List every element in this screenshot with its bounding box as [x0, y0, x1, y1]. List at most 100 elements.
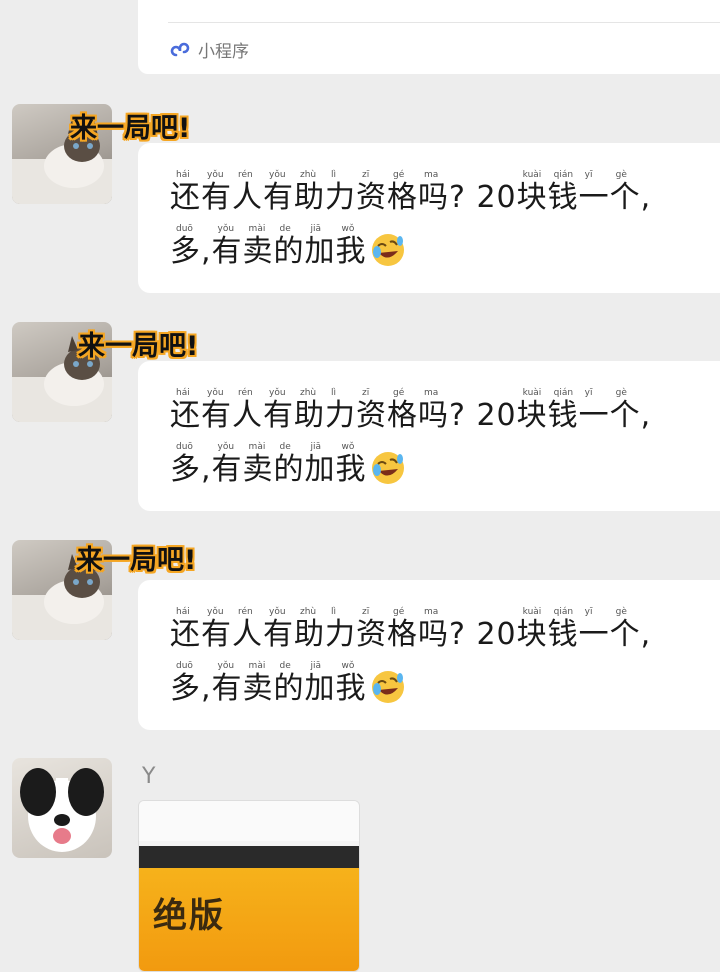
message-bubble[interactable]: hái 还 yǒu 有 rén 人 yǒu 有 zhù 助 lì 力 zī 资 gé 格 ma 吗? 20 kuà… [138, 580, 720, 730]
ruby-char: yǒu 有 [201, 169, 232, 215]
ruby-char: gè 个, [610, 387, 652, 433]
message-text: 还 [170, 398, 201, 433]
ruby-char: zhù 助 [294, 606, 325, 652]
ruby-char: duō 多, [170, 223, 212, 269]
image-attachment[interactable]: 绝版 [138, 800, 360, 972]
message-text: ? 20 [449, 398, 517, 433]
message-text: 卖 [242, 452, 274, 487]
ruby-char: kuài 块 [517, 387, 548, 433]
ruby-char: yǒu 有 [263, 606, 294, 652]
message-text: 钱 [547, 398, 579, 433]
message-text: 人 [232, 617, 263, 652]
ruby-char: yǒu 有 [212, 223, 243, 269]
ruby-char: yǒu 有 [212, 660, 243, 706]
mini-program-footer: 小程序 [170, 37, 249, 62]
message-text: 资 [356, 398, 387, 433]
message-text: 助 [294, 180, 325, 215]
card-divider [168, 22, 720, 23]
message-text: 还 [170, 617, 201, 652]
message-text: 格 [387, 617, 418, 652]
ruby-char: jiā 加 [305, 441, 336, 487]
ruby-char: gé 格 [387, 606, 418, 652]
ruby-char: ma 吗 [418, 169, 449, 215]
message-text: 一 [578, 617, 610, 652]
ruby-char: yī 一 [579, 387, 610, 433]
ruby-char: ma 吗 [418, 606, 449, 652]
sender-nickname: 来一局吧! [78, 331, 199, 362]
message-text: 资 [356, 617, 387, 652]
ruby-char: hái 还 [170, 606, 201, 652]
message-text: 有 [263, 180, 294, 215]
ruby-char: yǒu 有 [212, 441, 243, 487]
poster-title: 绝版 [153, 896, 225, 936]
thumbnail-strip [139, 846, 359, 868]
avatar[interactable] [12, 758, 112, 858]
ruby-char: wǒ 我 [336, 223, 367, 269]
message-bubble[interactable]: hái 还 yǒu 有 rén 人 yǒu 有 zhù 助 lì 力 zī 资 gé 格 ma 吗? 20 kuà… [138, 143, 720, 293]
ruby-char: wǒ 我 [336, 660, 367, 706]
message-text: 有 [211, 671, 243, 706]
message-text: 吗 [418, 398, 449, 433]
mini-program-label: 小程序 [198, 42, 249, 62]
ruby-char: zhù 助 [294, 387, 325, 433]
message-text: 有 [201, 180, 232, 215]
ruby-char: yǒu 有 [201, 387, 232, 433]
ruby-char: yǒu 有 [263, 169, 294, 215]
ruby-char: gè 个, [610, 606, 652, 652]
message-text: 块 [516, 398, 548, 433]
sender-nickname: Y [142, 764, 156, 789]
ruby-char: yǒu 有 [201, 606, 232, 652]
message-text: 卖 [242, 234, 274, 269]
rolling-laughing-emoji [371, 234, 404, 266]
message-text: 格 [387, 398, 418, 433]
ruby-char: lì 力 [325, 387, 356, 433]
message-text: 助 [294, 398, 325, 433]
ruby-char: ma 吗 [418, 387, 449, 433]
message-text: 格 [387, 180, 418, 215]
ruby-char: mài 卖 [243, 660, 274, 706]
ruby-char: de 的 [274, 223, 305, 269]
ruby-char: yī 一 [579, 606, 610, 652]
ruby-char: lì 力 [325, 169, 356, 215]
sender-nickname: 来一局吧! [70, 113, 191, 144]
dog-photo [20, 768, 104, 852]
ruby-char: duō 多, [170, 441, 212, 487]
ruby-char: zī 资 [356, 606, 387, 652]
thumbnail-poster: 绝版 [139, 868, 359, 971]
message-text: 人 [232, 398, 263, 433]
message-text: 有 [211, 234, 243, 269]
message-text: 多, [170, 234, 212, 269]
message-text: 块 [516, 180, 548, 215]
ruby-char: hái 还 [170, 169, 201, 215]
ruby-char: rén 人 [232, 169, 263, 215]
mini-program-card[interactable]: 小程序 [138, 0, 720, 74]
thumbnail-header [139, 801, 359, 841]
ruby-char: gé 格 [387, 387, 418, 433]
message-text: 多, [170, 671, 212, 706]
ruby-char: kuài 块 [517, 606, 548, 652]
message-text: 个, [609, 180, 652, 215]
message-text: 块 [516, 617, 548, 652]
message-text: 我 [335, 234, 367, 269]
message-bubble[interactable]: hái 还 yǒu 有 rén 人 yǒu 有 zhù 助 lì 力 zī 资 gé 格 ma 吗? 20 kuà… [138, 361, 720, 511]
message-text: 助 [294, 617, 325, 652]
ruby-char: duō 多, [170, 660, 212, 706]
message-text: 加 [304, 671, 336, 706]
message-text: 多, [170, 452, 212, 487]
message-text: 力 [325, 398, 356, 433]
mini-program-icon [170, 42, 190, 56]
ruby-char: jiā 加 [305, 660, 336, 706]
message-text: 吗 [418, 180, 449, 215]
message-line: duō 多, yǒu 有 mài 卖 de 的 jiā 加 wǒ 我 [170, 660, 407, 706]
message-line: duō 多, yǒu 有 mài 卖 de 的 jiā 加 wǒ 我 [170, 223, 407, 269]
ruby-char: qián 钱 [548, 169, 579, 215]
message-text: 人 [232, 180, 263, 215]
message-text: 资 [356, 180, 387, 215]
ruby-char: rén 人 [232, 387, 263, 433]
message-line: hái 还 yǒu 有 rén 人 yǒu 有 zhù 助 lì 力 zī 资 gé 格 ma 吗? 20 kuà… [170, 387, 651, 433]
ruby-char: de 的 [274, 660, 305, 706]
rolling-laughing-emoji [371, 671, 404, 703]
ruby-char: wǒ 我 [336, 441, 367, 487]
ruby-char: zhù 助 [294, 169, 325, 215]
message-text: 的 [273, 671, 305, 706]
